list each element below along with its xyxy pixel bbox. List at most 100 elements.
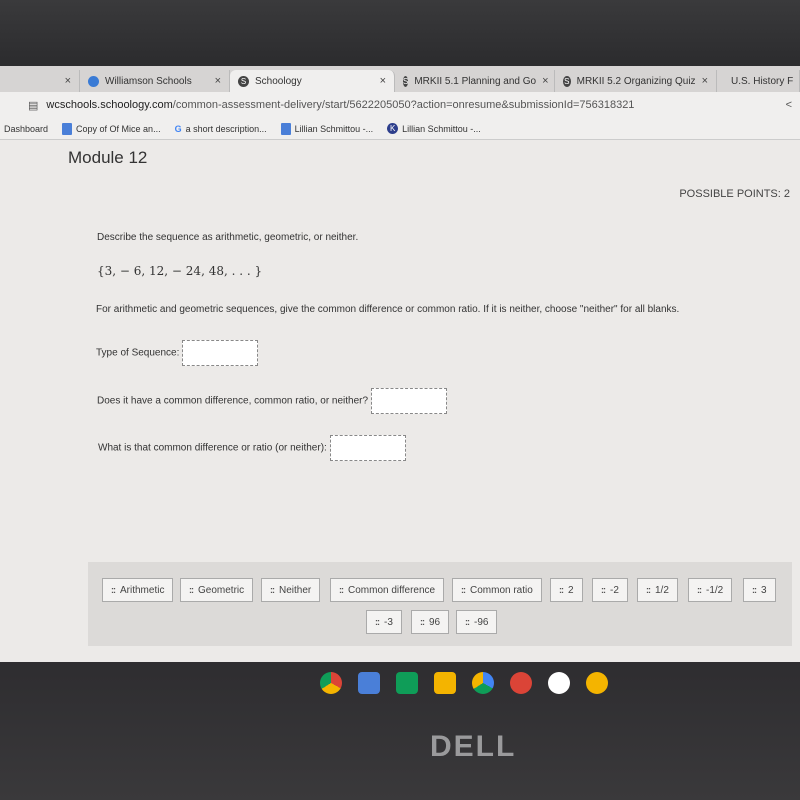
close-tab-icon[interactable]: ×: [215, 75, 221, 87]
bookmark-label: Lillian Schmittou -...: [402, 123, 481, 134]
tab-williamson[interactable]: Williamson Schools ×: [80, 70, 230, 92]
docs-icon[interactable]: [358, 672, 380, 694]
sheets-icon[interactable]: [396, 672, 418, 694]
drop-zone-type[interactable]: [182, 340, 259, 366]
google-icon: G: [174, 123, 182, 134]
question-label: Type of Sequence:: [96, 347, 180, 359]
close-tab-icon[interactable]: ×: [542, 75, 548, 87]
schoology-icon: S: [403, 75, 409, 87]
choice-common-ratio[interactable]: :: Common ratio: [452, 578, 542, 602]
choice-geometric[interactable]: :: Geometric: [180, 578, 254, 602]
drag-handle-icon: ::: [111, 585, 116, 595]
drag-handle-icon: ::: [465, 617, 470, 627]
drop-zone-value[interactable]: [329, 435, 406, 461]
screen: × Williamson Schools × S Schoology × S MRKII…: [0, 66, 800, 693]
bookmark-dashboard[interactable]: Dashboard: [4, 124, 48, 134]
tab-strip: × Williamson Schools × S Schoology × S MRKII…: [0, 66, 800, 92]
question-label: Does it have a common difference, common…: [97, 395, 369, 407]
tab-label: MRKII 5.1 Planning and Go: [414, 75, 537, 87]
instructions: For arithmetic and geometric sequences, …: [96, 304, 680, 315]
choice-label: -2: [610, 584, 619, 596]
taskbar: [320, 672, 608, 694]
drag-handle-icon: ::: [339, 585, 344, 595]
tab-label: MRKII 5.2 Organizing Quiz: [576, 75, 696, 87]
possible-points: POSSIBLE POINTS: 2: [679, 188, 790, 200]
tab-schoology[interactable]: S Schoology ×: [230, 70, 395, 92]
share-icon[interactable]: <: [786, 99, 792, 111]
choice-label: Geometric: [198, 584, 245, 596]
schoology-icon: S: [563, 75, 571, 87]
question-type: Type of Sequence:: [96, 340, 259, 366]
keep-icon[interactable]: [586, 672, 608, 694]
drag-handle-icon: ::: [601, 585, 606, 595]
page-title: Module 12: [68, 148, 148, 167]
url-host: wcschools.schoology.com: [46, 99, 173, 111]
tab-label: U.S. History F: [731, 75, 794, 87]
choice-neg-96[interactable]: :: -96: [456, 610, 498, 634]
gmail-icon[interactable]: [548, 672, 570, 694]
sequence: {3, − 6, 12, − 24, 48, . . . }: [97, 264, 263, 278]
app-icon[interactable]: [510, 672, 532, 694]
tab-label: Schoology: [255, 75, 302, 87]
choice-2[interactable]: :: 2: [550, 578, 583, 602]
drag-handle-icon: ::: [697, 585, 702, 595]
choice-arithmetic[interactable]: :: Arithmetic: [102, 578, 174, 602]
page-info-icon[interactable]: ▤: [28, 99, 38, 112]
close-tab-icon[interactable]: ×: [702, 75, 708, 87]
drag-handle-icon: ::: [375, 617, 380, 627]
assessment-page: Module 12 POSSIBLE POINTS: 2 Describe th…: [0, 140, 800, 693]
question-value: What is that common difference or ratio …: [98, 435, 406, 461]
choice-label: 2: [568, 584, 574, 596]
bookmark-lillian-2[interactable]: K Lillian Schmittou -...: [387, 123, 481, 134]
choice-label: Common difference: [348, 584, 436, 596]
tab-0[interactable]: ×: [0, 70, 80, 92]
tab-mrkii-52[interactable]: S MRKII 5.2 Organizing Quiz ×: [555, 70, 717, 92]
answer-bank: :: Arithmetic :: Geometric :: Neither :: Com…: [88, 562, 792, 646]
dell-logo: DELL: [430, 730, 517, 763]
bookmark-copy-of-mice[interactable]: Copy of Of Mice an...: [62, 122, 161, 135]
choice-common-difference[interactable]: :: Common difference: [330, 578, 445, 602]
schoology-icon: S: [238, 75, 249, 87]
choice-label: Common ratio: [470, 584, 533, 596]
bookmarks-bar: Dashboard Copy of Of Mice an... Ga short…: [0, 118, 800, 140]
bookmark-label: Dashboard: [4, 123, 49, 134]
address-bar[interactable]: ▤ wcschools.schoology.com/common-assessm…: [0, 92, 800, 118]
drag-handle-icon: ::: [270, 585, 275, 595]
close-tab-icon[interactable]: ×: [380, 75, 386, 87]
choice-label: 3: [761, 584, 767, 596]
bookmark-short-description[interactable]: Ga short description...: [175, 124, 267, 134]
drag-handle-icon: ::: [752, 585, 757, 595]
choice-label: Arithmetic: [120, 584, 165, 596]
choice-half[interactable]: :: 1/2: [637, 578, 678, 602]
drag-handle-icon: ::: [559, 585, 564, 595]
choice-neg-half[interactable]: :: -1/2: [688, 578, 733, 602]
slides-icon[interactable]: [434, 672, 456, 694]
drive-icon[interactable]: [472, 672, 494, 694]
choice-neg-2[interactable]: :: -2: [592, 578, 628, 602]
laptop-bezel-top: [0, 0, 800, 72]
choice-label: 96: [429, 616, 441, 628]
bookmark-label: Copy of Of Mice an...: [76, 123, 161, 134]
choice-3[interactable]: :: 3: [743, 578, 776, 602]
tab-label: Williamson Schools: [105, 75, 192, 87]
choice-label: 1/2: [655, 584, 669, 596]
question-label: What is that common difference or ratio …: [98, 442, 327, 454]
drag-handle-icon: ::: [420, 617, 425, 627]
url-path: /common-assessment-delivery/start/562220…: [172, 99, 635, 111]
tab-mrkii-51[interactable]: S MRKII 5.1 Planning and Go ×: [395, 70, 555, 92]
chrome-icon[interactable]: [320, 672, 342, 694]
laptop-bezel-bottom: DELL: [0, 662, 800, 800]
close-tab-icon[interactable]: ×: [65, 75, 71, 87]
choice-neg-3[interactable]: :: -3: [366, 610, 402, 634]
drag-handle-icon: ::: [189, 585, 194, 595]
choice-96[interactable]: :: 96: [411, 610, 450, 634]
choice-neither[interactable]: :: Neither: [261, 578, 321, 602]
tab-us-history[interactable]: U.S. History F: [717, 70, 800, 92]
docs-icon: [62, 122, 73, 135]
k-icon: K: [387, 123, 399, 134]
docs-icon: [280, 122, 291, 135]
choice-label: Neither: [279, 584, 312, 596]
drop-zone-common[interactable]: [371, 388, 448, 414]
bookmark-label: Lillian Schmittou -...: [294, 123, 374, 134]
bookmark-lillian-1[interactable]: Lillian Schmittou -...: [280, 122, 374, 135]
